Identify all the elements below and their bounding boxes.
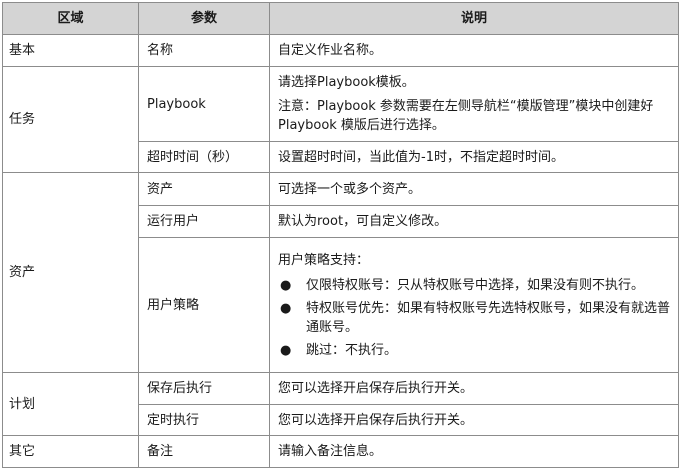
area-basic: 基本 — [2, 34, 139, 67]
bullet-icon: ● — [280, 300, 292, 316]
header-area: 区域 — [2, 2, 139, 35]
area-plan: 计划 — [2, 372, 139, 436]
strategy-option-privileged-only: 仅限特权账号：只从特权账号中选择，如果没有则不执行。 — [306, 277, 645, 293]
param-user-strategy: 用户策略 — [138, 237, 270, 373]
bullet-icon: ● — [280, 277, 292, 293]
table-row: 任务 Playbook 请选择Playbook模板。 注意：Playbook 参… — [2, 66, 679, 173]
table-row: 其它 备注 请输入备注信息。 — [2, 435, 679, 468]
area-asset: 资产 — [2, 172, 139, 373]
bullet-icon: ● — [280, 342, 292, 358]
desc-user-strategy: 用户策略支持： ● 仅限特权账号：只从特权账号中选择，如果没有则不执行。 ● 特… — [269, 237, 679, 373]
desc-asset: 可选择一个或多个资产。 — [269, 172, 679, 206]
desc-playbook-note: 注意：Playbook 参数需要在左侧导航栏“模版管理”模块中创建好 Playb… — [278, 99, 654, 133]
param-run-user: 运行用户 — [138, 205, 270, 238]
strategy-option-skip: 跳过：不执行。 — [306, 342, 398, 358]
desc-name: 自定义作业名称。 — [269, 34, 679, 67]
area-task: 任务 — [2, 66, 139, 173]
table-row: 计划 保存后执行 您可以选择开启保存后执行开关。 — [2, 372, 679, 436]
param-run-after-save: 保存后执行 — [138, 372, 270, 405]
desc-user-strategy-intro: 用户策略支持： — [278, 252, 370, 268]
desc-scheduled-run: 您可以选择开启保存后执行开关。 — [269, 404, 679, 436]
list-item: ● 特权账号优先：如果有特权账号先选特权账号，如果没有就选普通账号。 — [278, 299, 670, 337]
param-remark: 备注 — [138, 435, 270, 468]
header-desc: 说明 — [269, 2, 679, 35]
desc-playbook: 请选择Playbook模板。 注意：Playbook 参数需要在左侧导航栏“模版… — [269, 66, 679, 142]
desc-run-user: 默认为root，可自定义修改。 — [269, 205, 679, 238]
param-name: 名称 — [138, 34, 270, 67]
list-item: ● 仅限特权账号：只从特权账号中选择，如果没有则不执行。 — [278, 276, 670, 295]
param-playbook: Playbook — [138, 66, 270, 142]
desc-timeout: 设置超时时间，当此值为-1时，不指定超时时间。 — [269, 141, 679, 173]
param-asset: 资产 — [138, 172, 270, 206]
param-scheduled-run: 定时执行 — [138, 404, 270, 436]
list-item: ● 跳过：不执行。 — [278, 341, 670, 360]
param-timeout: 超时时间（秒） — [138, 141, 270, 173]
desc-remark: 请输入备注信息。 — [269, 435, 679, 468]
area-other: 其它 — [2, 435, 139, 468]
strategy-option-privileged-first: 特权账号优先：如果有特权账号先选特权账号，如果没有就选普通账号。 — [306, 300, 671, 335]
desc-run-after-save: 您可以选择开启保存后执行开关。 — [269, 372, 679, 405]
table-header-row: 区域 参数 说明 — [2, 2, 679, 35]
desc-playbook-main: 请选择Playbook模板。 — [278, 75, 415, 90]
table-row: 资产 资产 可选择一个或多个资产。 — [2, 172, 679, 373]
table-row: 基本 名称 自定义作业名称。 — [2, 34, 679, 67]
parameters-table: 区域 参数 说明 基本 名称 自定义作业名称。 任务 Playbook 请选择P… — [2, 2, 679, 468]
header-param: 参数 — [138, 2, 270, 35]
strategy-option-list: ● 仅限特权账号：只从特权账号中选择，如果没有则不执行。 ● 特权账号优先：如果… — [278, 276, 670, 360]
